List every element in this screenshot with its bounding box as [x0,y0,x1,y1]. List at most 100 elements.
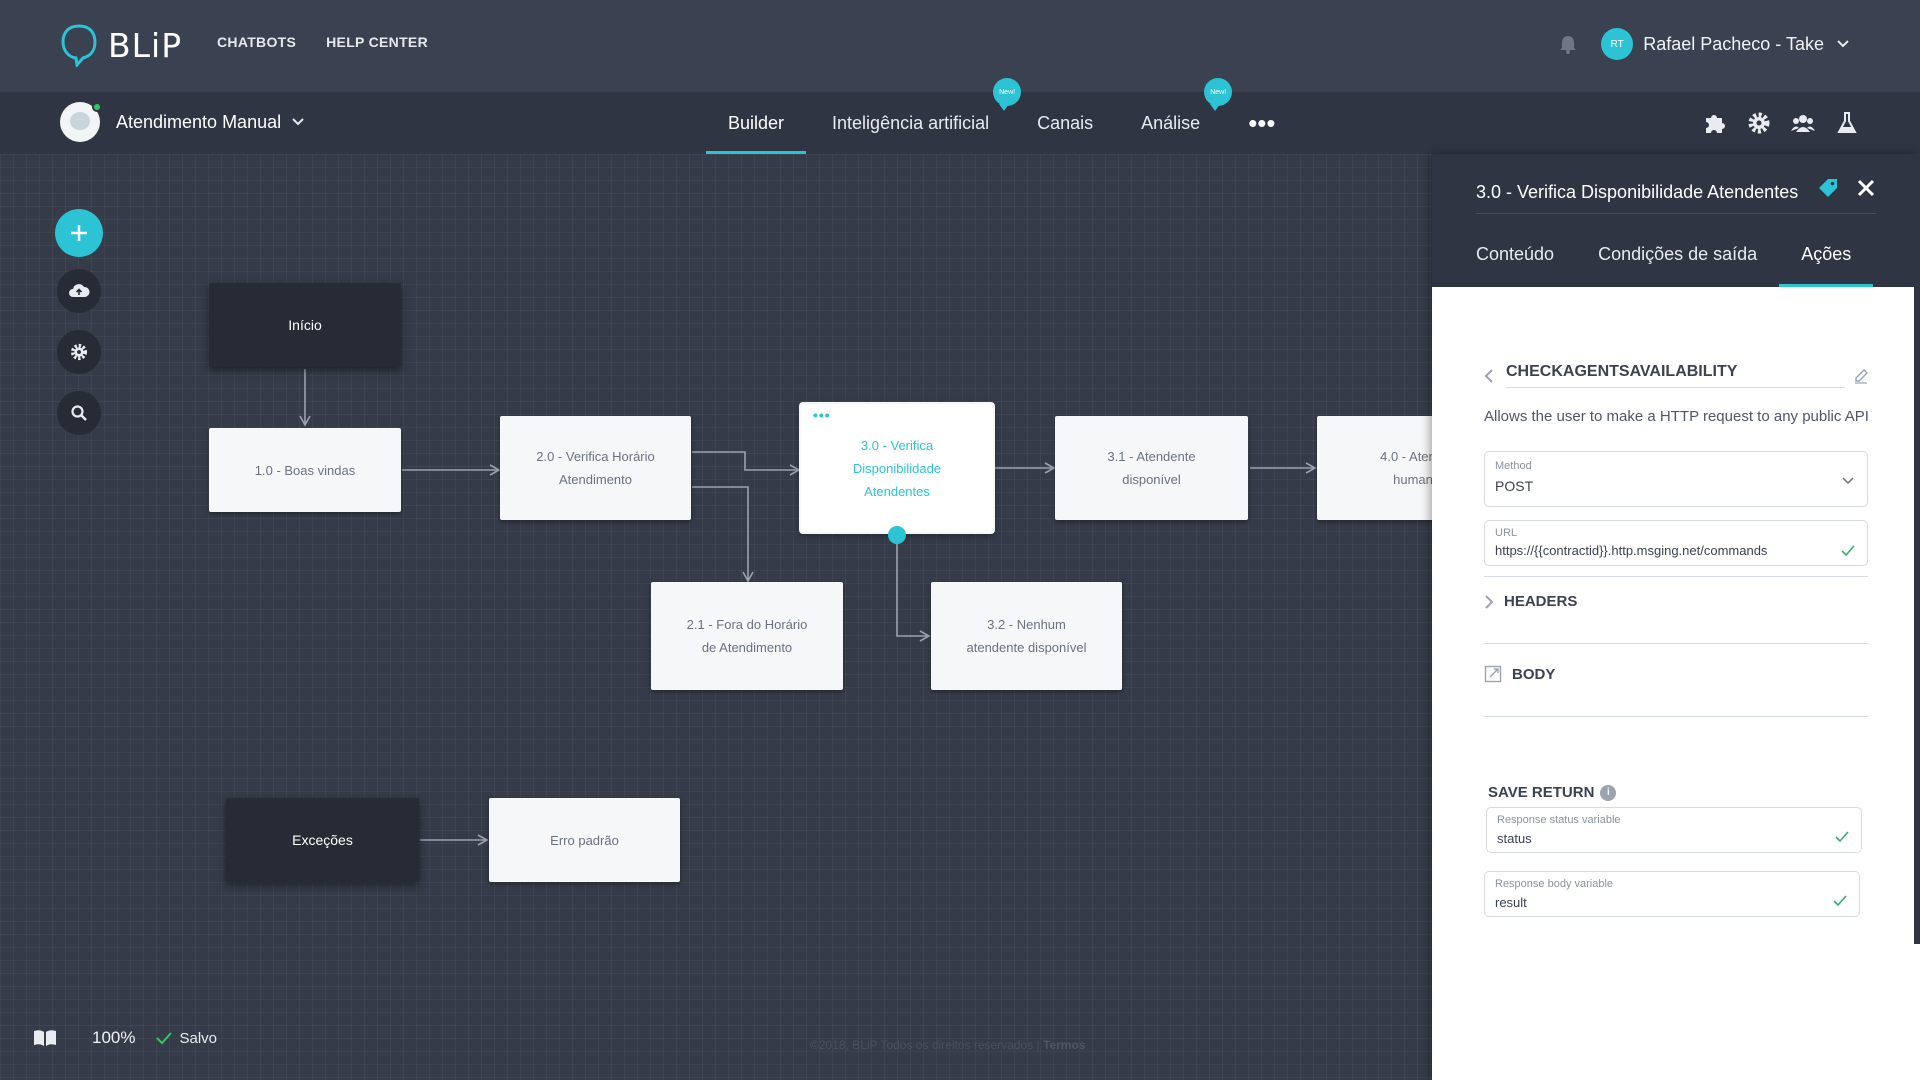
tab-conteudo[interactable]: Conteúdo [1476,234,1576,287]
panel-tabs: Conteúdo Condições de saída Ações [1476,234,1895,287]
gear-icon[interactable] [1746,110,1772,136]
divider [1484,716,1868,717]
flow-node-nenhum-atendente[interactable]: 3.2 - Nenhum atendente disponível [931,582,1122,690]
chevron-right-icon [1485,594,1494,609]
flow-node-atendente-disponivel[interactable]: 3.1 - Atendente disponível [1055,416,1248,520]
check-icon [1841,545,1855,557]
saved-label: Salvo [179,1029,218,1047]
bot-selector[interactable]: Atendimento Manual [60,102,305,142]
puzzle-icon[interactable] [1702,110,1728,136]
check-icon [1835,831,1849,843]
tab-label: Inteligência artificial [832,112,990,133]
panel-title: 3.0 - Verifica Disponibilidade Atendente… [1476,182,1799,202]
nav-chatbots[interactable]: CHATBOTS [217,34,296,50]
publish-button[interactable] [57,269,101,313]
external-edit-icon [1484,665,1502,683]
canvas-tools [55,209,103,452]
book-icon[interactable] [32,1028,58,1048]
copyright-text: ©2018, BLiP Todos os direitos reservados… [810,1038,1040,1052]
saved-status: Salvo [155,1030,217,1047]
search-button[interactable] [57,391,101,435]
save-return-label: SAVE RETURN [1488,784,1595,801]
tab-ai[interactable]: Inteligência artificial New! [810,78,1022,154]
body-section[interactable]: BODY [1484,665,1555,683]
headers-label: HEADERS [1504,593,1578,610]
tab-condicoes-saida[interactable]: Condições de saída [1598,234,1779,287]
bot-header: Atendimento Manual Builder Inteligência … [0,78,1920,154]
tab-builder[interactable]: Builder [706,92,807,154]
response-body-variable-field[interactable]: Response body variable result [1484,871,1860,917]
output-connector-handle[interactable] [888,526,906,544]
check-icon [1833,895,1847,907]
tab-label: Canais [1037,112,1094,133]
headers-section[interactable]: HEADERS [1484,593,1577,610]
canvas-status-bar: 100% Salvo [32,1028,217,1048]
node-label: 4.0 - Atendihuman [1380,449,1432,487]
tab-canais[interactable]: Canais [1015,92,1115,154]
bell-icon[interactable] [1557,33,1579,55]
more-tabs-button[interactable]: ••• [1226,92,1297,154]
body-variable-label: Response body variable [1495,878,1614,890]
terms-link[interactable]: Termos [1043,1038,1085,1052]
main-tabs: Builder Inteligência artificial New! Can… [706,78,1302,154]
user-name[interactable]: Rafael Pacheco - Take [1643,34,1824,55]
body-label: BODY [1512,665,1556,683]
gear-icon [70,343,88,361]
flow-node-inicio[interactable]: Início [209,283,401,367]
cloud-upload-icon [69,284,90,297]
add-block-button[interactable] [55,209,103,257]
chat-bubble-logo-icon [61,24,97,67]
header-tools [1702,110,1860,136]
flow-node-boas-vindas[interactable]: 1.0 - Boas vindas [209,428,401,512]
node-options-button[interactable]: ••• [813,408,831,422]
edit-icon[interactable] [1853,368,1869,384]
zoom-level: 100% [92,1028,136,1047]
status-variable-label: Response status variable [1497,814,1621,826]
canvas-settings-button[interactable] [57,330,101,374]
flow-node-excecoes[interactable]: Exceções [226,798,419,882]
top-header: BLiP CHATBOTS HELP CENTER RT Rafael Pach… [0,0,1920,92]
node-label: 2.1 - Fora do Horário de Atendimento [686,617,808,655]
divider [1484,576,1868,577]
body-variable-value: result [1495,895,1527,910]
status-variable-value: status [1497,831,1532,846]
tab-label: Builder [728,112,785,133]
chevron-down-icon[interactable] [291,117,305,127]
users-icon[interactable] [1790,110,1816,136]
user-menu[interactable]: RT Rafael Pacheco - Take [1557,28,1850,60]
flask-icon[interactable] [1834,110,1860,136]
nav-help-center[interactable]: HELP CENTER [326,34,428,50]
flow-node-verifica-disponibilidade[interactable]: ••• 3.0 - Verifica Disponibilidade Atenden… [801,404,993,532]
avatar[interactable]: RT [1601,28,1634,60]
chevron-down-icon[interactable] [1836,39,1850,49]
bot-name[interactable]: Atendimento Manual [116,112,281,133]
tag-icon[interactable] [1816,178,1838,200]
top-nav: CHATBOTS HELP CENTER [217,34,428,50]
search-icon [71,405,87,421]
url-value: https://{{contractid}}.http.msging.net/c… [1495,543,1768,558]
node-label: Início [288,316,322,333]
action-name[interactable]: CHECKAGENTSAVAILABILITY [1506,363,1845,388]
node-label: Erro padrão [550,832,619,848]
info-icon[interactable]: i [1600,784,1617,801]
flow-node-verifica-horario[interactable]: 2.0 - Verifica Horário Atendimento [500,416,691,520]
tab-acoes[interactable]: Ações [1779,234,1874,287]
chevron-left-icon[interactable] [1484,368,1494,384]
url-label: URL [1495,527,1518,539]
close-icon[interactable] [1856,178,1876,198]
panel-header: 3.0 - Verifica Disponibilidade Atendente… [1432,154,1920,287]
tab-analise[interactable]: Análise New! [1119,78,1233,154]
blip-logo[interactable]: BLiP [60,22,182,68]
flow-node-fora-horario[interactable]: 2.1 - Fora do Horário de Atendimento [651,582,843,690]
response-status-variable-field[interactable]: Response status variable status [1486,807,1862,853]
divider [1476,213,1876,214]
flow-canvas[interactable]: Início 1.0 - Boas vindas 2.0 - Verifica … [0,154,1432,1080]
method-select[interactable]: Method POST [1484,451,1868,507]
flow-node-atendimento-humano[interactable]: 4.0 - Atendihuman [1317,416,1432,520]
url-field[interactable]: URL https://{{contractid}}.http.msging.n… [1484,520,1868,566]
flow-node-erro-padrao[interactable]: Erro padrão [489,798,680,882]
divider [1484,643,1868,644]
node-label: 1.0 - Boas vindas [254,462,356,478]
bot-avatar [60,102,102,142]
copyright: ©2018, BLiP Todos os direitos reservados… [810,1038,1085,1052]
